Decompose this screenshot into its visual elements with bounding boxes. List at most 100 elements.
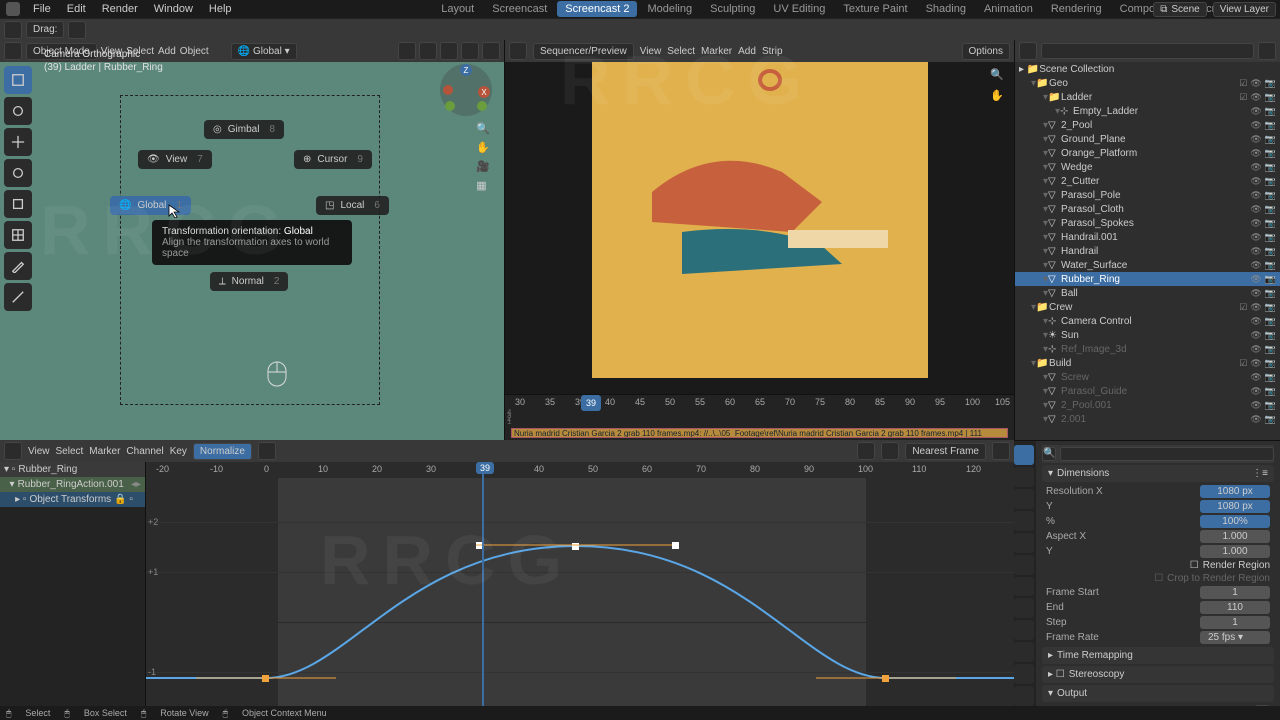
seq-options[interactable]: Options	[962, 43, 1010, 60]
graph-menu-view[interactable]: View	[28, 446, 50, 457]
hide-render-icon[interactable]: 📷	[1265, 386, 1276, 397]
channel-transform-group[interactable]: ▸ ▫ Object Transforms 🔒 ▫	[0, 492, 145, 507]
graph-menu-channel[interactable]: Channel	[126, 446, 163, 457]
hide-viewport-icon[interactable]: 👁	[1250, 176, 1261, 187]
hide-viewport-icon[interactable]: 👁	[1250, 400, 1261, 411]
props-search-icon[interactable]: 🔍	[1042, 447, 1056, 461]
props-tab-viewlayer[interactable]	[1014, 489, 1034, 509]
sequencer-mode-dropdown[interactable]: Sequencer/Preview	[533, 43, 634, 60]
workspace-tab[interactable]: Sculpting	[702, 1, 763, 17]
pan-icon[interactable]: ✋	[476, 141, 490, 154]
hide-render-icon[interactable]: 📷	[1265, 260, 1276, 271]
props-tab-scene[interactable]	[1014, 511, 1034, 531]
hide-render-icon[interactable]: 📷	[1265, 162, 1276, 173]
seq-playhead[interactable]: 39	[581, 395, 601, 411]
graph-menu-select[interactable]: Select	[56, 446, 84, 457]
checkbox-render-region[interactable]: ☐	[1190, 560, 1199, 571]
sequencer-preview[interactable]: 🔍 ✋	[505, 62, 1014, 394]
scene-selector[interactable]: ⧉Scene	[1153, 2, 1207, 17]
seq-menu-strip[interactable]: Strip	[762, 46, 783, 57]
panel-stereoscopy[interactable]: ▸ ☐ Stereoscopy	[1042, 666, 1274, 683]
graph-snap-icon[interactable]	[881, 442, 899, 460]
graph-menu-key[interactable]: Key	[170, 446, 187, 457]
hide-render-icon[interactable]: 📷	[1265, 176, 1276, 187]
graph-pivot-icon[interactable]	[857, 442, 875, 460]
hide-render-icon[interactable]: 📷	[1265, 134, 1276, 145]
channel-object[interactable]: ▾ ▫ Rubber_Ring	[0, 462, 145, 477]
tool-measure[interactable]	[4, 283, 32, 311]
normalize-toggle[interactable]: Normalize	[193, 443, 252, 460]
hide-viewport-icon[interactable]: 👁	[1250, 358, 1261, 369]
hide-render-icon[interactable]: 📷	[1265, 232, 1276, 243]
hide-viewport-icon[interactable]: 👁	[1250, 120, 1261, 131]
hide-render-icon[interactable]: 📷	[1265, 400, 1276, 411]
outliner-row[interactable]: ▾ ▽Orange_Platform👁📷	[1015, 146, 1280, 160]
shading-matprev-icon[interactable]	[461, 42, 479, 60]
tool-select-box[interactable]	[4, 66, 32, 94]
viewport-3d[interactable]: Object Mode View Select Add Object 🌐 Glo…	[0, 40, 504, 440]
hide-viewport-icon[interactable]: 👁	[1250, 204, 1261, 215]
zoom-icon[interactable]: 🔍	[990, 68, 1004, 81]
menu-help[interactable]: Help	[202, 1, 239, 17]
hide-render-icon[interactable]: 📷	[1265, 288, 1276, 299]
hide-render-icon[interactable]: 📷	[1265, 106, 1276, 117]
outliner-row[interactable]: ▾ ⊹Camera Control👁📷	[1015, 314, 1280, 328]
menu-edit[interactable]: Edit	[60, 1, 93, 17]
hide-viewport-icon[interactable]: 👁	[1250, 344, 1261, 355]
tool-rotate[interactable]	[4, 159, 32, 187]
outliner-filter-icon[interactable]	[1258, 42, 1276, 60]
hide-viewport-icon[interactable]: 👁	[1250, 274, 1261, 285]
hide-viewport-icon[interactable]: 👁	[1250, 218, 1261, 229]
hide-render-icon[interactable]: 📷	[1265, 344, 1276, 355]
hide-viewport-icon[interactable]: 👁	[1250, 288, 1261, 299]
collection-enable-icon[interactable]: ☑	[1239, 92, 1247, 103]
tool-scale[interactable]	[4, 190, 32, 218]
hide-viewport-icon[interactable]: 👁	[1250, 414, 1261, 425]
workspace-tab[interactable]: Rendering	[1043, 1, 1110, 17]
zoom-icon[interactable]: 🔍	[476, 122, 490, 135]
hide-render-icon[interactable]: 📷	[1265, 358, 1276, 369]
outliner-row[interactable]: ▾ ☀Sun👁📷	[1015, 328, 1280, 342]
checkbox-crop-region[interactable]: ☐	[1154, 573, 1163, 584]
panel-dimensions[interactable]: ▾ Dimensions⋮≡	[1042, 465, 1274, 482]
shading-solid-icon[interactable]	[440, 42, 458, 60]
workspace-tab[interactable]: Screencast	[484, 1, 555, 17]
channel-action[interactable]: ▾ Rubber_RingAction.001 ◂▸	[0, 477, 145, 492]
props-tab-object[interactable]	[1014, 555, 1034, 575]
collection-enable-icon[interactable]: ☑	[1239, 358, 1247, 369]
outliner-row[interactable]: ▾ ▽Ground_Plane👁📷	[1015, 132, 1280, 146]
graph-playhead[interactable]: 39	[482, 462, 484, 708]
hide-viewport-icon[interactable]: 👁	[1250, 302, 1261, 313]
tool-cursor[interactable]	[4, 97, 32, 125]
viewlayer-selector[interactable]: View Layer	[1213, 2, 1276, 17]
hide-render-icon[interactable]: 📷	[1265, 204, 1276, 215]
hide-render-icon[interactable]: 📷	[1265, 218, 1276, 229]
props-tab-material[interactable]	[1014, 686, 1034, 706]
outliner-row[interactable]: ▾ ▽Ball👁📷	[1015, 286, 1280, 300]
menu-render[interactable]: Render	[95, 1, 145, 17]
panel-output[interactable]: ▾ Output	[1042, 685, 1274, 702]
panel-time-remap[interactable]: ▸ Time Remapping	[1042, 647, 1274, 664]
outliner-row[interactable]: ▾ ▽2_Pool.001👁📷	[1015, 398, 1280, 412]
input-aspect-y[interactable]: 1.000	[1200, 545, 1270, 558]
hide-render-icon[interactable]: 📷	[1265, 120, 1276, 131]
outliner-row[interactable]: ▾ ▽Parasol_Guide👁📷	[1015, 384, 1280, 398]
outliner-row[interactable]: ▾ 📁Crew☑ 👁📷	[1015, 300, 1280, 314]
seq-menu-marker[interactable]: Marker	[701, 46, 732, 57]
input-frame-step[interactable]: 1	[1200, 616, 1270, 629]
hide-viewport-icon[interactable]: 👁	[1250, 92, 1261, 103]
seq-menu-select[interactable]: Select	[667, 46, 695, 57]
workspace-tab[interactable]: Shading	[918, 1, 974, 17]
pie-item-local[interactable]: ◳Local6	[316, 196, 389, 215]
collection-enable-icon[interactable]: ☑	[1239, 302, 1247, 313]
graph-menu-marker[interactable]: Marker	[89, 446, 120, 457]
props-search[interactable]	[1060, 447, 1274, 461]
hide-viewport-icon[interactable]: 👁	[1250, 372, 1261, 383]
graph-channel-list[interactable]: ▾ ▫ Rubber_Ring ▾ Rubber_RingAction.001 …	[0, 462, 146, 708]
outliner-row[interactable]: ▾ ⊹Empty_Ladder👁📷	[1015, 104, 1280, 118]
hide-viewport-icon[interactable]: 👁	[1250, 316, 1261, 327]
outliner-row[interactable]: ▾ 📁Ladder☑ 👁📷	[1015, 90, 1280, 104]
input-frame-start[interactable]: 1	[1200, 586, 1270, 599]
shading-wireframe-icon[interactable]	[419, 42, 437, 60]
hide-render-icon[interactable]: 📷	[1265, 274, 1276, 285]
